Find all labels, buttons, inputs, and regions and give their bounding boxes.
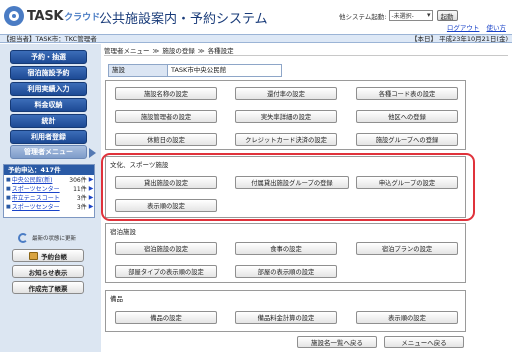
app-header: TASK クラウド 公共施設案内・予約システム 他システム起動: -未選択- 起… xyxy=(0,0,512,33)
breadcrumb-separator-icon: ≫ xyxy=(197,47,205,55)
code-tables-settings-button[interactable]: 各種コード表の設定 xyxy=(356,87,458,100)
logo-mark-icon xyxy=(4,6,24,26)
facility-label: 施設 xyxy=(109,65,168,76)
facility-value: TASK市中央公民館 xyxy=(168,65,281,76)
notice-count: 3件 xyxy=(76,204,87,211)
arrow-right-icon[interactable]: ▶ xyxy=(89,176,94,183)
bullet-icon: ■ xyxy=(6,185,11,192)
notice-facility-name[interactable]: 市立テニスコート xyxy=(12,193,67,202)
panel-title: 宿泊施設 xyxy=(110,228,136,236)
divider xyxy=(104,55,508,56)
arrow-right-icon[interactable]: ▶ xyxy=(89,194,94,201)
back-to-facility-list-button[interactable]: 施設名一覧へ戻る xyxy=(297,336,377,348)
logo-task-text: TASK xyxy=(27,8,64,24)
room-type-order-settings-button[interactable]: 部屋タイプの表示順の設定 xyxy=(115,265,217,278)
breadcrumb-item: 各種設定 xyxy=(207,47,234,55)
menu-reservation-lottery[interactable]: 予約・抽選 xyxy=(10,50,87,64)
facility-group-registration-button[interactable]: 施設グループへの登録 xyxy=(356,133,458,146)
notice-display-button[interactable]: お知らせ表示 xyxy=(12,265,84,278)
list-item[interactable]: ■ 中央公民館(新) 306件 ▶ xyxy=(4,175,94,184)
menu-active-arrow-icon xyxy=(89,148,96,158)
breadcrumb: 管理者メニュー ≫ 施設の登録 ≫ 各種設定 xyxy=(104,45,234,55)
breadcrumb-separator-icon: ≫ xyxy=(152,47,160,55)
bullet-icon: ■ xyxy=(6,194,11,201)
facility-manager-settings-button[interactable]: 施設管理者の設定 xyxy=(115,110,217,123)
system-select[interactable]: -未選択- xyxy=(388,10,433,21)
lodging-plan-settings-button[interactable]: 宿泊プランの設定 xyxy=(356,242,458,255)
bullet-icon: ■ xyxy=(6,203,11,210)
notice-count: 11件 xyxy=(73,186,87,193)
arrow-right-icon[interactable]: ▶ xyxy=(89,203,94,210)
header-links: ログアウト 使い方 xyxy=(442,22,506,32)
menu-statistics[interactable]: 統計 xyxy=(10,114,87,128)
reservation-ledger-button[interactable]: 予約台帳 xyxy=(12,249,84,262)
completed-forms-button[interactable]: 作成完了帳票 xyxy=(12,281,84,294)
menu-lodging-reservation[interactable]: 宿泊施設予約 xyxy=(10,66,87,80)
refresh-icon xyxy=(18,233,28,243)
lodging-panel: 宿泊施設 宿泊施設の設定 食事の設定 宿泊プランの設定 部屋タイプの表示順の設定… xyxy=(105,223,466,283)
list-item[interactable]: ■ スポーツセンター 3件 ▶ xyxy=(4,202,94,211)
notice-facility-name[interactable]: 中央公民館(新) xyxy=(12,175,67,184)
operator-info: 【担当者】TASK市：TKC管理者 xyxy=(3,35,97,43)
launch-button[interactable]: 起動 xyxy=(436,10,458,21)
sidebar: 予約・抽選 宿泊施設予約 利用実績入力 料金収納 統計 利用者登録 管理者メニュ… xyxy=(0,44,101,352)
notice-facility-name[interactable]: スポーツセンター xyxy=(12,202,67,211)
general-settings-panel: 施設名称の設定 還付率の設定 各種コード表の設定 施設管理者の設定 実失率詳細の… xyxy=(105,80,466,150)
breadcrumb-item[interactable]: 管理者メニュー xyxy=(104,47,150,55)
facility-field: 施設 TASK市中央公民館 xyxy=(108,64,282,77)
meal-settings-button[interactable]: 食事の設定 xyxy=(235,242,337,255)
task-cloud-logo: TASK クラウド xyxy=(4,6,100,26)
notice-count: 3件 xyxy=(76,195,87,202)
menu-fee-collection[interactable]: 料金収納 xyxy=(10,98,87,112)
reservation-notice-panel: 予約申込：417件 ■ 中央公民館(新) 306件 ▶ ■ スポーツセンター 1… xyxy=(3,164,95,218)
today-date: 【本日】 平成23年10月21日(金) xyxy=(411,35,508,43)
refund-rate-settings-button[interactable]: 還付率の設定 xyxy=(235,87,337,100)
actual-loss-settings-button[interactable]: 実失率詳細の設定 xyxy=(235,110,337,123)
notice-facility-name[interactable]: スポーツセンター xyxy=(12,184,67,193)
lodging-facility-settings-button[interactable]: 宿泊施設の設定 xyxy=(115,242,217,255)
system-launch-label: 他システム起動: xyxy=(339,12,387,21)
refresh-label: 最新の状態に更新 xyxy=(32,236,77,242)
back-to-menu-button[interactable]: メニューへ戻る xyxy=(384,336,464,348)
help-link[interactable]: 使い方 xyxy=(487,24,507,32)
equipment-settings-button[interactable]: 備品の設定 xyxy=(115,311,217,324)
arrow-right-icon[interactable]: ▶ xyxy=(89,185,94,192)
book-icon xyxy=(29,251,38,260)
list-item[interactable]: ■ 市立テニスコート 3件 ▶ xyxy=(4,193,94,202)
bullet-icon: ■ xyxy=(6,176,11,183)
equipment-fee-settings-button[interactable]: 備品料金計算の設定 xyxy=(235,311,337,324)
reservation-notice-title: 予約申込：417件 xyxy=(4,165,94,175)
refresh-link[interactable]: 最新の状態に更新 xyxy=(18,233,76,243)
app-title: 公共施設案内・予約システム xyxy=(99,12,268,27)
highlight-frame xyxy=(101,153,475,221)
notice-count: 306件 xyxy=(69,177,87,184)
room-order-settings-button[interactable]: 部屋の表示順の設定 xyxy=(235,265,337,278)
closed-days-settings-button[interactable]: 休館日の設定 xyxy=(115,133,217,146)
system-launcher: 他システム起動: -未選択- 起動 xyxy=(339,10,458,21)
info-bar: 【担当者】TASK市：TKC管理者 【本日】 平成23年10月21日(金) xyxy=(0,34,512,43)
equipment-display-order-button[interactable]: 表示順の設定 xyxy=(356,311,458,324)
equipment-panel: 備品 備品の設定 備品料金計算の設定 表示順の設定 xyxy=(105,290,466,332)
breadcrumb-item[interactable]: 施設の登録 xyxy=(162,47,195,55)
other-district-registration-button[interactable]: 他区への登録 xyxy=(356,110,458,123)
list-item[interactable]: ■ スポーツセンター 11件 ▶ xyxy=(4,184,94,193)
menu-admin[interactable]: 管理者メニュー xyxy=(10,145,87,159)
logo-cloud-text: クラウド xyxy=(64,12,101,23)
reservation-ledger-label: 予約台帳 xyxy=(41,252,67,261)
menu-user-registration[interactable]: 利用者登録 xyxy=(10,130,87,144)
menu-usage-input[interactable]: 利用実績入力 xyxy=(10,82,87,96)
panel-title: 備品 xyxy=(110,295,123,303)
facility-name-settings-button[interactable]: 施設名称の設定 xyxy=(115,87,217,100)
logout-link[interactable]: ログアウト xyxy=(447,24,480,32)
credit-card-settings-button[interactable]: クレジットカード決済の設定 xyxy=(235,133,337,146)
